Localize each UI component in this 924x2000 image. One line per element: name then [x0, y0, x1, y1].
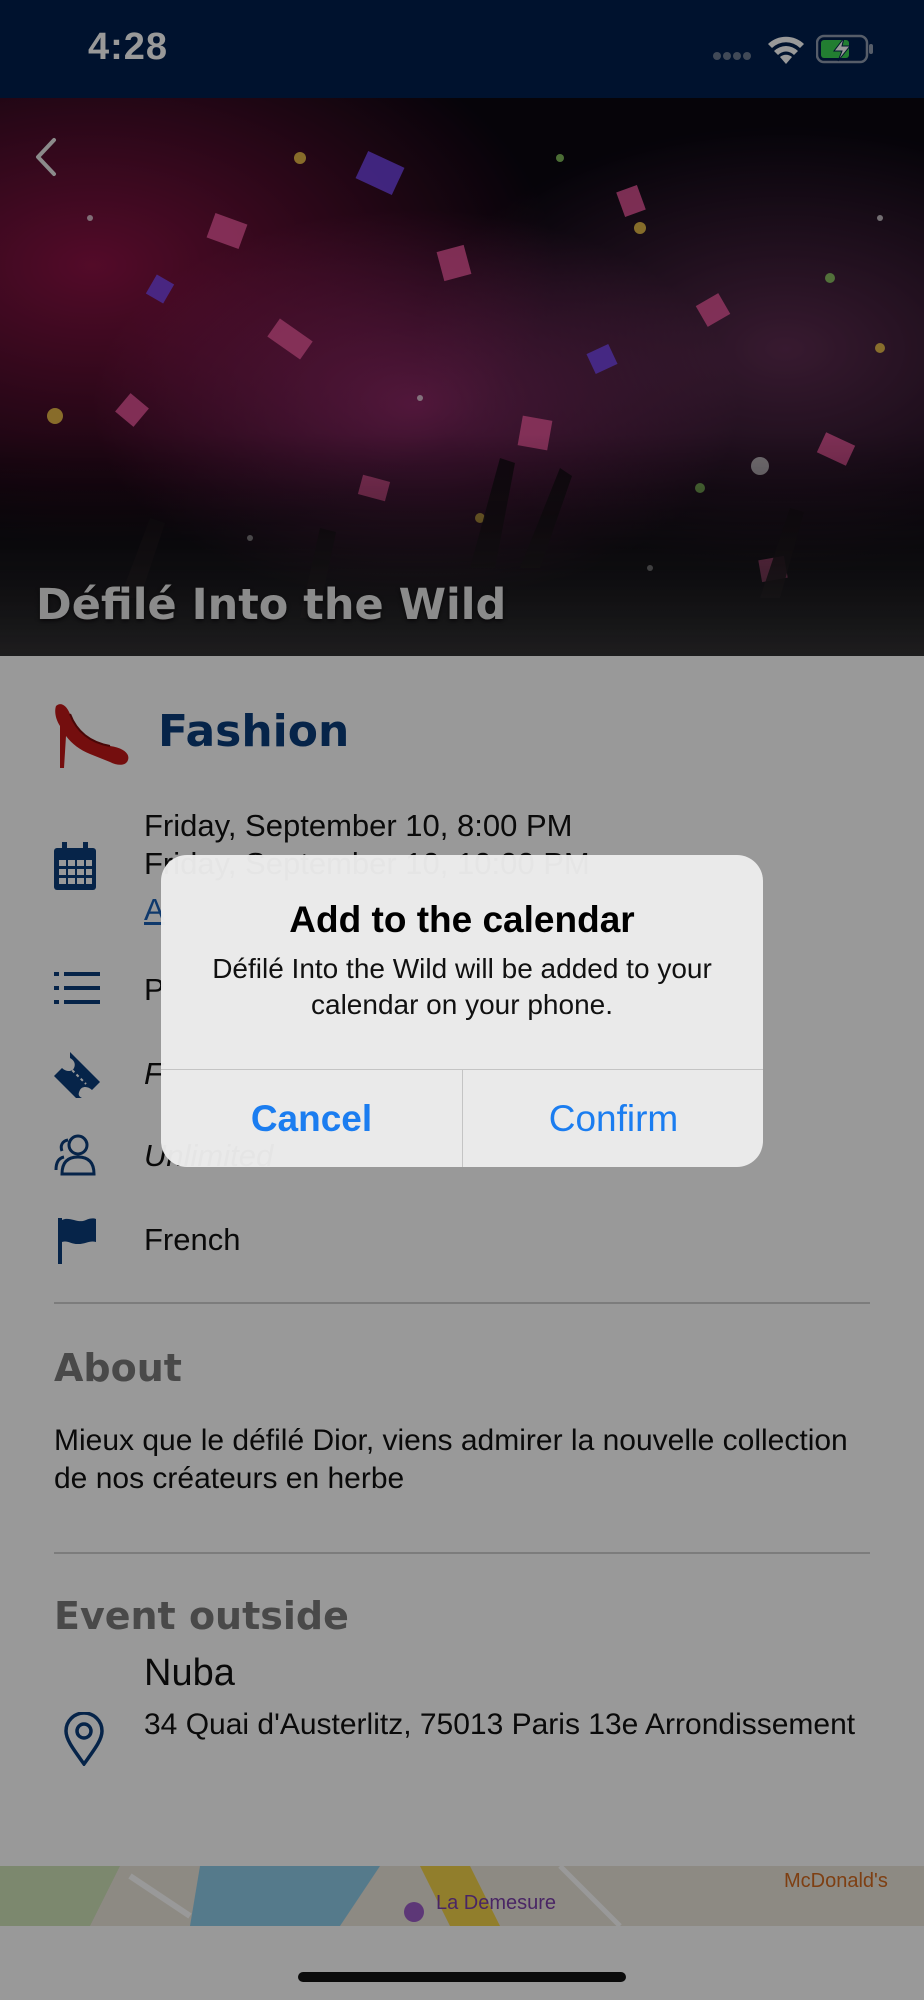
- confirm-button[interactable]: Confirm: [463, 1070, 763, 1167]
- dialog-title: Add to the calendar: [289, 899, 635, 940]
- home-indicator[interactable]: [298, 1972, 626, 1982]
- cancel-button[interactable]: Cancel: [161, 1070, 462, 1167]
- add-to-calendar-dialog: Add to the calendar Défilé Into the Wild…: [161, 855, 763, 1167]
- dialog-message: Défilé Into the Wild will be added to yo…: [212, 953, 712, 1020]
